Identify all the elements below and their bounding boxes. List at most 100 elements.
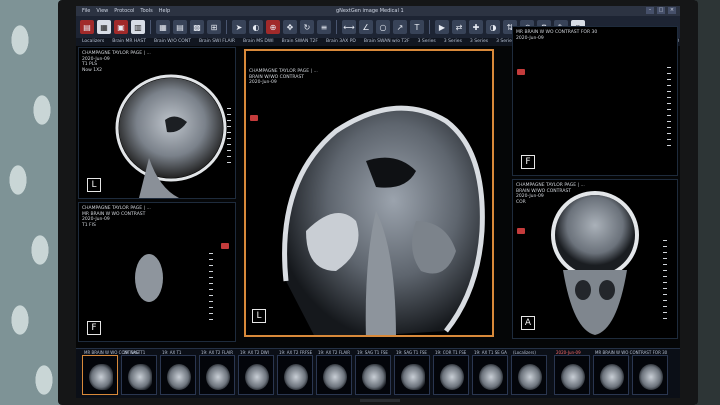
series-tab[interactable]: Brain MR HAST	[112, 38, 146, 46]
series-tab[interactable]: 3 Series	[470, 38, 488, 46]
series-tab[interactable]: 3 Series	[418, 38, 436, 46]
minimize-icon[interactable]: –	[646, 7, 654, 14]
crosshair-icon[interactable]: ✚	[469, 20, 483, 34]
menu-tools[interactable]: Tools	[140, 6, 152, 16]
room-background	[696, 0, 720, 405]
thumbnail-label: 19: COR T1 FSE	[435, 350, 467, 355]
series-thumbnail[interactable]: 19: AX T1 SE GA	[472, 350, 508, 395]
maximize-icon[interactable]: □	[657, 7, 665, 14]
viewport-main[interactable]: CHAMPAGNE TAYLOR PAGE | ... BRAIN W/WO C…	[244, 49, 494, 337]
zoom-icon[interactable]: ⊕	[266, 20, 280, 34]
orientation-marker: L	[252, 309, 266, 323]
series-tab[interactable]: Brain MS DWI	[243, 38, 274, 46]
series-thumbnail[interactable]	[632, 355, 668, 395]
series-thumbnail[interactable]: 19: AX T2 FRFSE	[277, 350, 313, 395]
series-thumbnail[interactable]: 19: AX T2 FLAIR	[316, 350, 352, 395]
scale-ruler	[663, 240, 667, 320]
title-bar: File View Protocol Tools Help gNextGen i…	[76, 6, 680, 16]
series-tab[interactable]: Brain SWI FLAIR	[199, 38, 235, 46]
series-thumbnail[interactable]: 19: SAG T1	[121, 350, 157, 395]
thumbnail-image	[206, 364, 230, 390]
viewport-top-left[interactable]: CHAMPAGNE TAYLOR PAGE | ... 2020-Jun-09 …	[78, 47, 236, 199]
series-thumbnail[interactable]: MR BRAIN W WO CONTRAST	[82, 350, 140, 395]
sagittal-brain-image-large	[282, 105, 485, 335]
thumbnail-label: 19: SAG T1 FSE	[357, 350, 388, 355]
menu-help[interactable]: Help	[159, 6, 170, 16]
thumbnail-image	[401, 364, 425, 390]
cine-play-icon[interactable]: ▶	[435, 20, 449, 34]
pan-icon[interactable]: ✥	[283, 20, 297, 34]
wallpaper	[0, 0, 62, 405]
rotate-icon[interactable]: ↻	[300, 20, 314, 34]
layout-icon[interactable]: ▦	[156, 20, 170, 34]
thumbnail-label: 19: AX T1	[162, 350, 182, 355]
series-tab[interactable]: Brain SWAN w/o T2F	[364, 38, 410, 46]
series-thumbnail[interactable]: 19: SAG T1 FSE	[394, 350, 430, 395]
thumbnail-image	[518, 364, 542, 390]
toolbar-separator	[429, 20, 430, 34]
orientation-marker: A	[521, 316, 535, 330]
series-tab[interactable]: Brain W/O CONT	[154, 38, 191, 46]
menu-protocol[interactable]: Protocol	[114, 6, 134, 16]
thumbnail-image	[128, 364, 152, 390]
annotation-tag	[517, 69, 525, 75]
series-thumbnail[interactable]: 19: AX T1	[160, 350, 196, 395]
series-thumbnail[interactable]: 19: COR T1 FSE	[433, 350, 469, 395]
compare-icon[interactable]: ⊞	[207, 20, 221, 34]
angle-icon[interactable]: ∠	[359, 20, 373, 34]
menu-bar: File View Protocol Tools Help	[82, 6, 170, 16]
sync-icon[interactable]: ⇄	[452, 20, 466, 34]
invert-icon[interactable]: ◑	[486, 20, 500, 34]
thumbnail-image	[440, 364, 464, 390]
viewport-bottom-right[interactable]: CHAMPAGNE TAYLOR PAGE | ... BRAIN W/WO C…	[512, 179, 678, 339]
series-thumbnail[interactable]: 19: SAG T1 FSE	[355, 350, 391, 395]
export-icon[interactable]: ▣	[114, 20, 128, 34]
series-tab[interactable]: Brain SWAN T2F	[282, 38, 318, 46]
study-list-icon[interactable]: ▤	[80, 20, 94, 34]
scale-ruler	[227, 108, 231, 168]
menu-view[interactable]: View	[96, 6, 108, 16]
thumbnail-image	[600, 364, 624, 390]
thumbnail-label: (Localizers)	[513, 350, 536, 355]
pointer-icon[interactable]: ➤	[232, 20, 246, 34]
close-icon[interactable]: ×	[668, 7, 676, 14]
measure-icon[interactable]: ⟷	[342, 20, 356, 34]
series-thumbnail[interactable]: (Localizers)	[511, 350, 547, 395]
series-thumbnail[interactable]: MR BRAIN W WO CONTRAST FOR 30	[593, 350, 667, 395]
save-icon[interactable]: ▥	[131, 20, 145, 34]
series-layout-icon[interactable]: ▤	[173, 20, 187, 34]
orientation-marker: L	[87, 178, 101, 192]
roi-icon[interactable]: ○	[376, 20, 390, 34]
toolbar-separator	[150, 20, 151, 34]
series-tab[interactable]: Localizers	[82, 38, 104, 46]
thumbnail-image	[167, 364, 191, 390]
viewport-overlay: MR BRAIN W WO CONTRAST FOR 30 2020-Jun-0…	[516, 30, 598, 41]
orientation-marker: F	[521, 155, 535, 169]
stack-icon[interactable]: ≡	[317, 20, 331, 34]
thumbnail-label: 19: AX T2 FRFSE	[279, 350, 313, 355]
thumbnail-label: 2020-Jun-09	[556, 350, 581, 355]
viewport-top-right[interactable]: MR BRAIN W WO CONTRAST FOR 30 2020-Jun-0…	[512, 26, 678, 176]
thumbnail-image	[89, 364, 113, 390]
arrow-icon[interactable]: ↗	[393, 20, 407, 34]
text-icon[interactable]: T	[410, 20, 424, 34]
thumbnail-image	[479, 364, 503, 390]
menu-file[interactable]: File	[82, 6, 90, 16]
thumbnail-label: 19: SAG T1 FSE	[396, 350, 427, 355]
window-title: gNextGen image Medical 1	[336, 8, 404, 14]
print-icon[interactable]: ▦	[97, 20, 111, 34]
viewport-bottom-left[interactable]: CHAMPAGNE TAYLOR PAGE | ... MR BRAIN W W…	[78, 202, 236, 342]
monitor-logo	[360, 399, 400, 402]
series-thumbnail[interactable]: 19: AX T2 FLAIR	[199, 350, 235, 395]
thumbnail-image	[561, 364, 585, 390]
series-thumbnail[interactable]: 2020-Jun-09	[554, 350, 590, 395]
grid-icon[interactable]: ▩	[190, 20, 204, 34]
series-thumbnail[interactable]: 19: AX T2 DWI	[238, 350, 274, 395]
scale-ruler	[209, 253, 213, 323]
series-tab[interactable]: 3 Series	[444, 38, 462, 46]
thumbnail-image	[245, 364, 269, 390]
window-level-icon[interactable]: ◐	[249, 20, 263, 34]
thumbnail-label: 19: AX T2 FLAIR	[318, 350, 351, 355]
thumbnail-label: 19: AX T1 SE GA	[474, 350, 507, 355]
series-tab[interactable]: Brain 3AX PD	[326, 38, 356, 46]
